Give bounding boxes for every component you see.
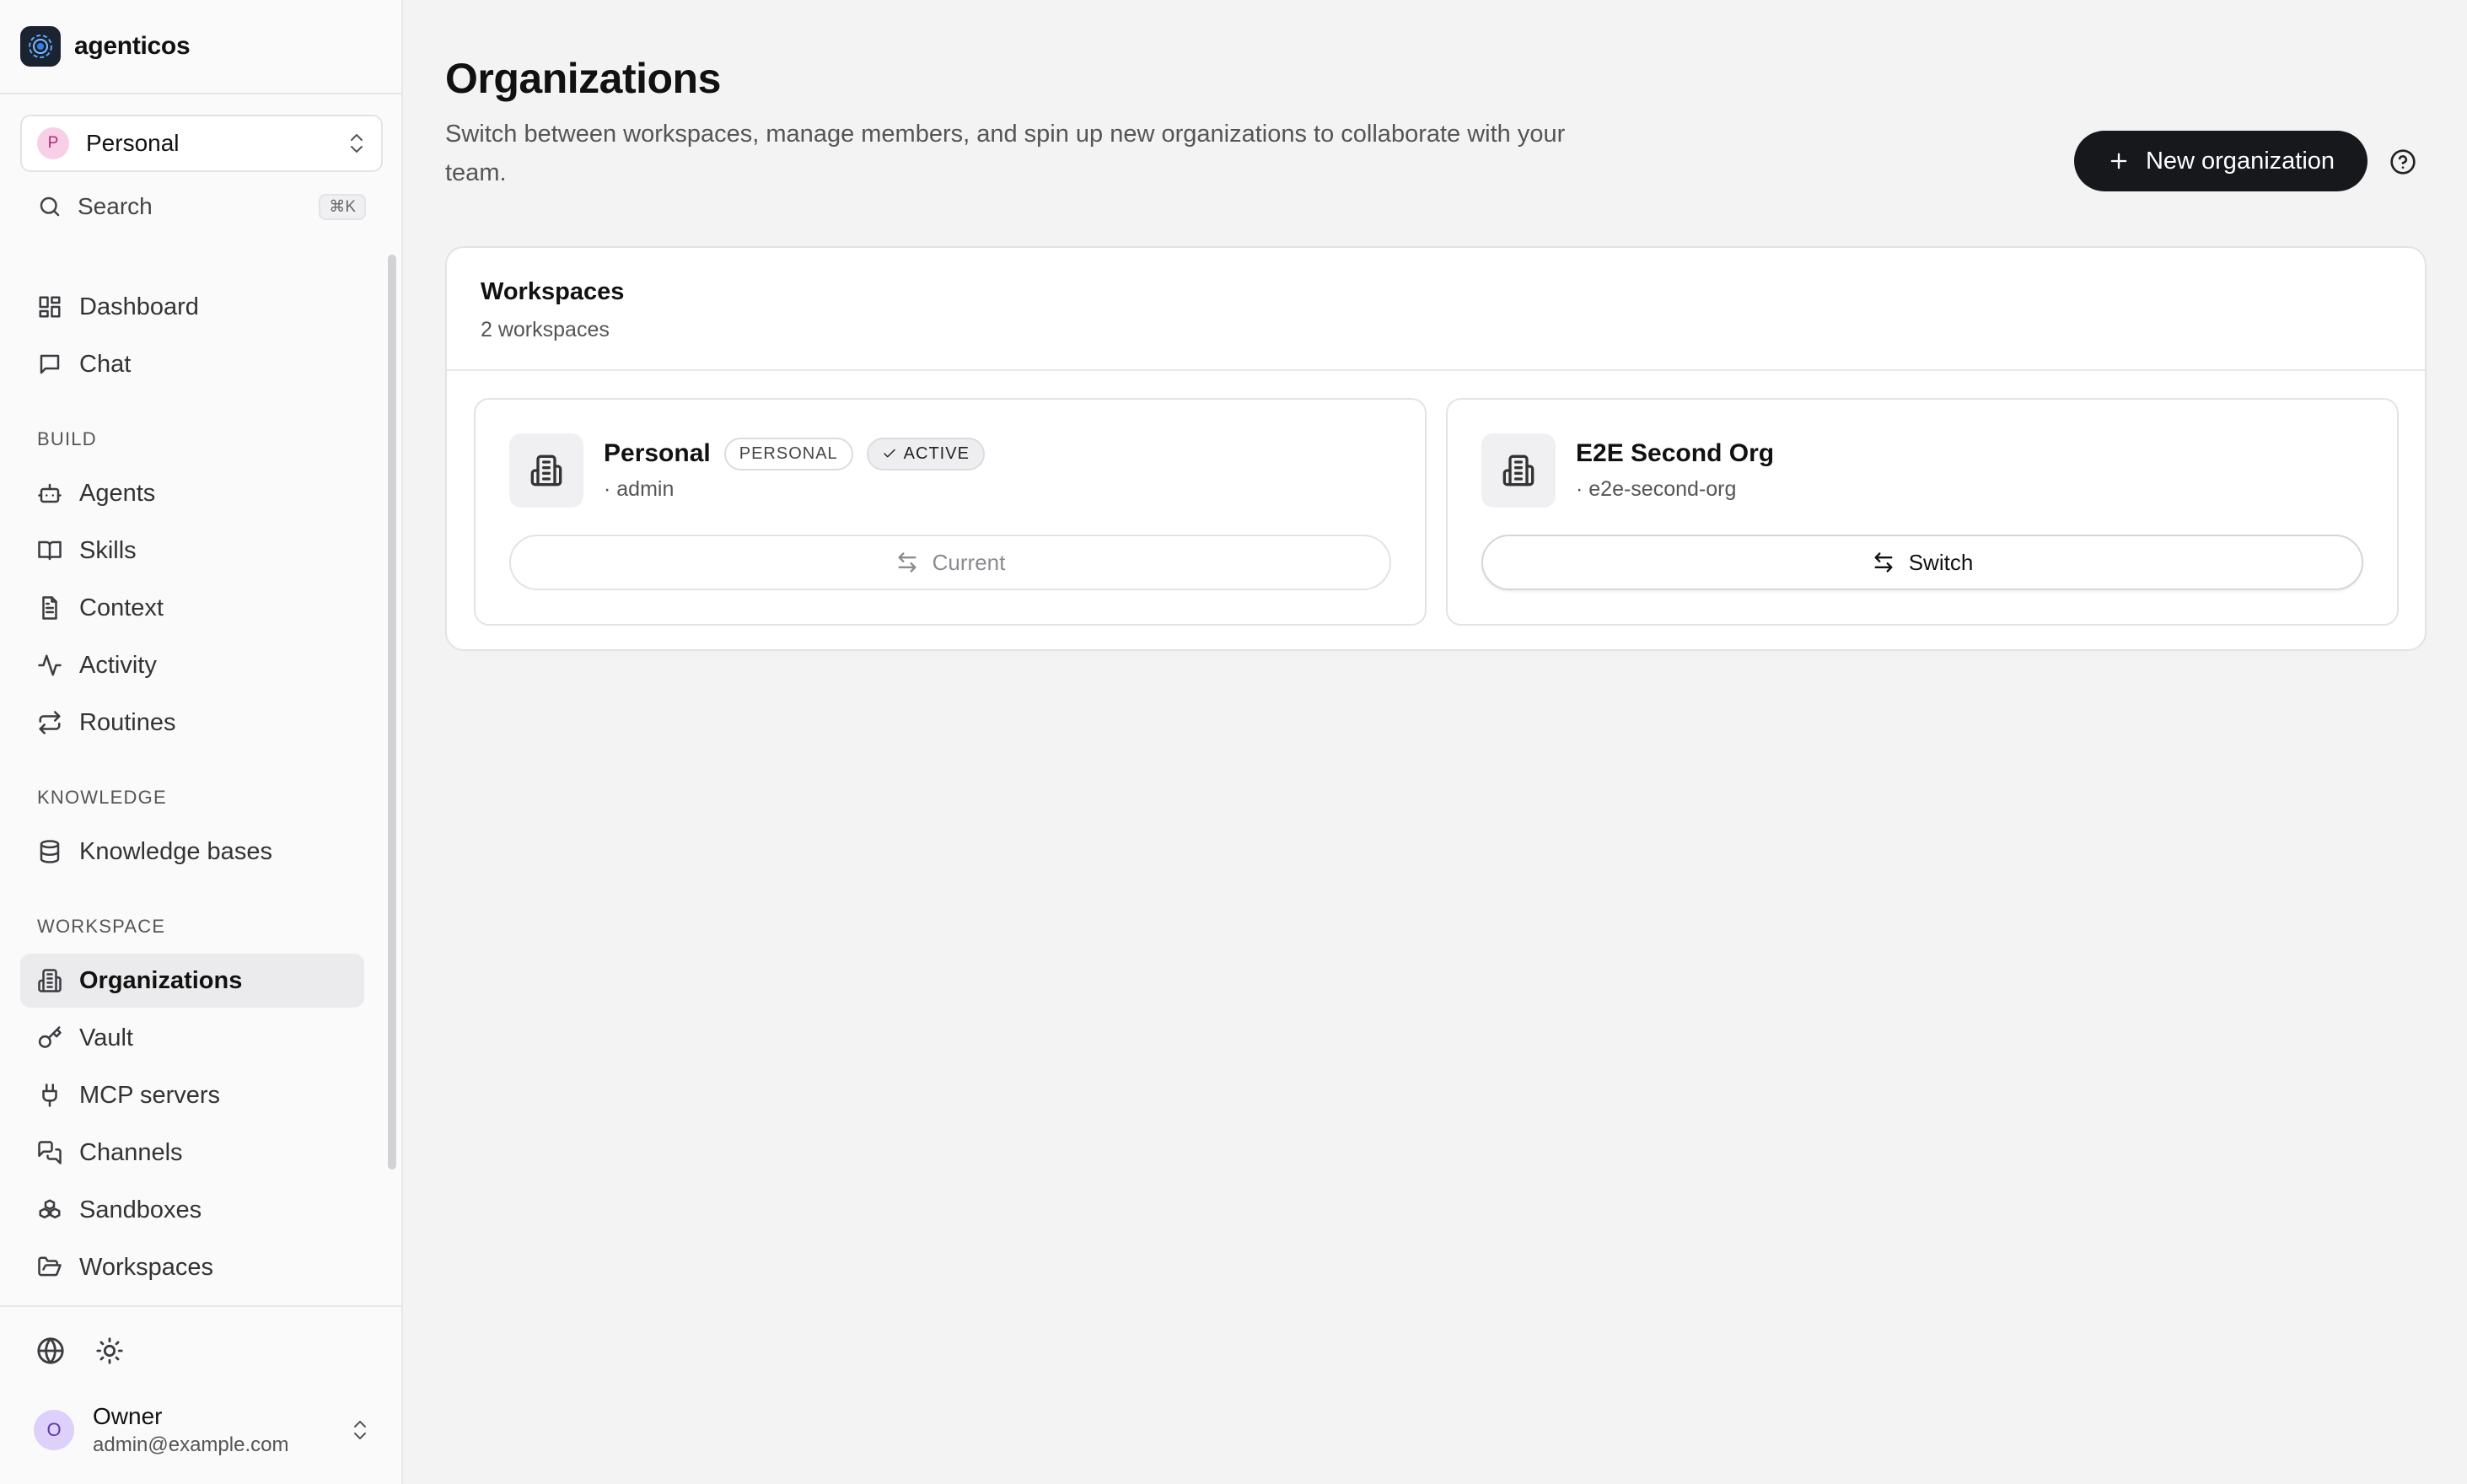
sidebar-item-dashboard[interactable]: Dashboard [20,280,364,334]
sidebar-item-label: Channels [79,1138,183,1166]
card-header: Workspaces 2 workspaces [447,248,2425,371]
badge-label: PERSONAL [739,444,838,463]
sidebar-item-skills[interactable]: Skills [20,524,364,578]
button-label: Switch [1908,549,1974,575]
sidebar-scrollbar[interactable] [388,255,396,1169]
current-button: Current [509,535,1391,590]
workspace-meta: · e2e-second-org [1576,477,1737,501]
brand-name: agenticos [74,32,191,60]
chevrons-up-down-icon [351,1418,369,1442]
building-icon [37,968,62,993]
page-title: Organizations [445,55,721,102]
arrow-left-right-icon [1872,551,1895,574]
sidebar-item-activity[interactable]: Activity [20,638,364,692]
sidebar-item-label: Knowledge bases [79,837,272,865]
avatar: O [34,1410,74,1450]
sidebar-item-knowledge-bases[interactable]: Knowledge bases [20,825,364,879]
sidebar-item-organizations[interactable]: Organizations [20,954,364,1008]
sidebar-item-label: Activity [79,651,157,679]
sun-icon[interactable] [94,1336,125,1366]
chat-icon [37,352,62,377]
globe-icon[interactable] [35,1336,66,1366]
section-label-build: BUILD [37,428,97,449]
plug-icon [37,1083,62,1108]
workspaces-card: Workspaces 2 workspaces Personal PERSONA… [445,246,2427,651]
sidebar-item-label: Routines [79,708,176,736]
org-switcher-label: Personal [86,130,180,156]
button-label: Current [932,549,1006,575]
search-shortcut: ⌘K [319,193,366,220]
workspace-name: Personal [604,439,711,467]
messages-icon [37,1140,62,1165]
sidebar-item-agents[interactable]: Agents [20,466,364,520]
org-switcher[interactable]: P Personal [20,115,383,172]
dashboard-icon [37,294,62,320]
switch-button[interactable]: Switch [1481,535,2363,590]
sidebar-item-mcp-servers[interactable]: MCP servers [20,1068,364,1122]
database-icon [37,839,62,864]
sidebar-item-label: Vault [79,1024,133,1051]
key-icon [37,1025,62,1051]
sidebar-item-label: Chat [79,350,132,378]
building-icon [1481,433,1556,508]
sidebar-item-label: Organizations [79,966,243,994]
sidebar-item-label: Dashboard [79,293,199,320]
sidebar-item-channels[interactable]: Channels [20,1126,364,1180]
user-name: Owner [93,1403,163,1429]
sidebar-item-chat[interactable]: Chat [20,337,364,391]
sidebar-item-label: Workspaces [79,1253,214,1281]
user-menu[interactable]: O Owner admin@example.com [20,1396,383,1464]
sidebar-item-label: Skills [79,536,137,564]
file-icon [37,595,62,621]
org-avatar: P [37,127,69,159]
brand[interactable]: agenticos [20,26,191,67]
section-label-knowledge: KNOWLEDGE [37,787,167,808]
bot-icon [37,481,62,506]
new-organization-button[interactable]: New organization [2074,131,2368,191]
sidebar-item-label: Sandboxes [79,1196,202,1223]
boxes-icon [37,1197,62,1223]
personal-badge: PERSONAL [723,437,853,470]
sidebar-divider [0,93,401,94]
folder-icon [37,1255,62,1280]
repeat-icon [37,710,62,735]
section-label-workspace: WORKSPACE [37,916,166,937]
page-description: Switch between workspaces, manage member… [445,121,1566,186]
sidebar-item-context[interactable]: Context [20,581,364,635]
card-subtitle: 2 workspaces [481,318,610,341]
plus-icon [2107,149,2131,173]
sidebar-item-workspaces[interactable]: Workspaces [20,1240,364,1294]
new-organization-label: New organization [2145,147,2335,175]
sidebar-divider [0,1305,401,1307]
sidebar: agenticos P Personal Search ⌘K Dashboard… [0,0,403,1484]
workspace-card-personal: Personal PERSONAL ACTIVE · admin Current [474,398,1427,626]
sidebar-item-label: Agents [79,479,156,507]
workspace-name: E2E Second Org [1576,439,1775,467]
badge-label: ACTIVE [903,444,970,463]
sidebar-item-sandboxes[interactable]: Sandboxes [20,1183,364,1237]
search-button[interactable]: Search ⌘K [20,187,383,226]
sidebar-item-label: MCP servers [79,1081,221,1109]
brand-logo-icon [20,26,61,67]
check-icon [882,446,897,461]
chevrons-up-down-icon [347,132,366,155]
card-title: Workspaces [481,278,625,305]
arrow-left-right-icon [895,551,919,574]
help-circle-icon[interactable] [2389,148,2416,175]
search-label: Search [78,193,153,219]
sidebar-item-routines[interactable]: Routines [20,696,364,750]
main-content: Organizations Switch between workspaces,… [403,0,2467,1484]
workspace-card-e2e-second-org: E2E Second Org · e2e-second-org Switch [1446,398,2399,626]
active-badge: ACTIVE [866,437,985,470]
sidebar-item-label: Context [79,594,164,621]
search-icon [37,194,62,219]
book-icon [37,538,62,563]
user-email: admin@example.com [93,1433,289,1456]
sidebar-item-vault[interactable]: Vault [20,1011,364,1065]
workspace-meta: · admin [604,477,675,501]
activity-icon [37,653,62,678]
building-icon [509,433,583,508]
